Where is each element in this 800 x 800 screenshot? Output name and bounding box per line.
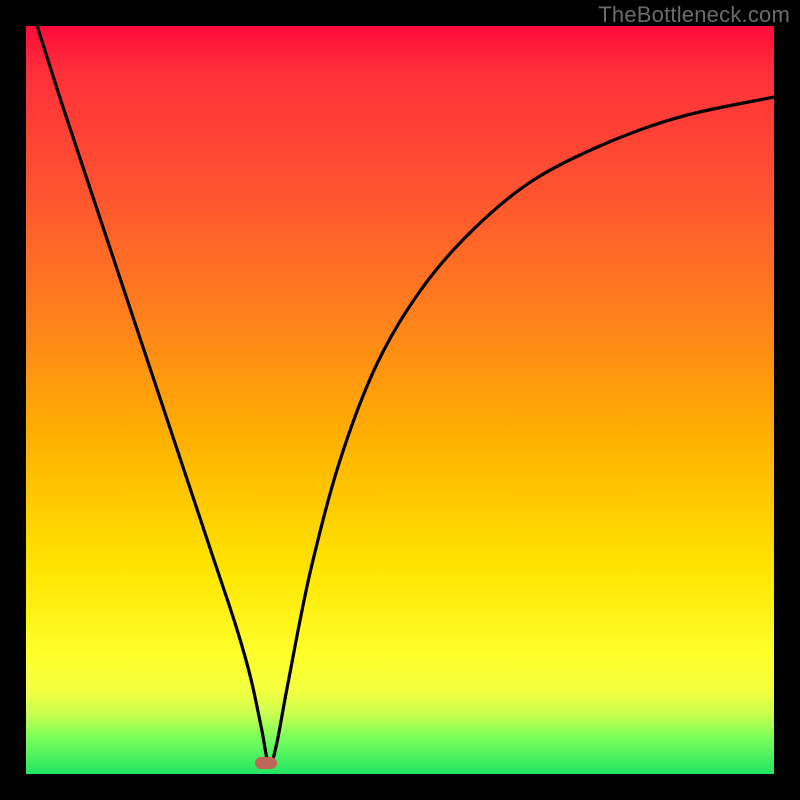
chart-plot-area [26,26,774,774]
chart-frame: TheBottleneck.com [0,0,800,800]
bottleneck-curve [37,26,774,765]
chart-svg [26,26,774,774]
bottleneck-marker [255,757,277,769]
watermark-text: TheBottleneck.com [598,2,790,28]
